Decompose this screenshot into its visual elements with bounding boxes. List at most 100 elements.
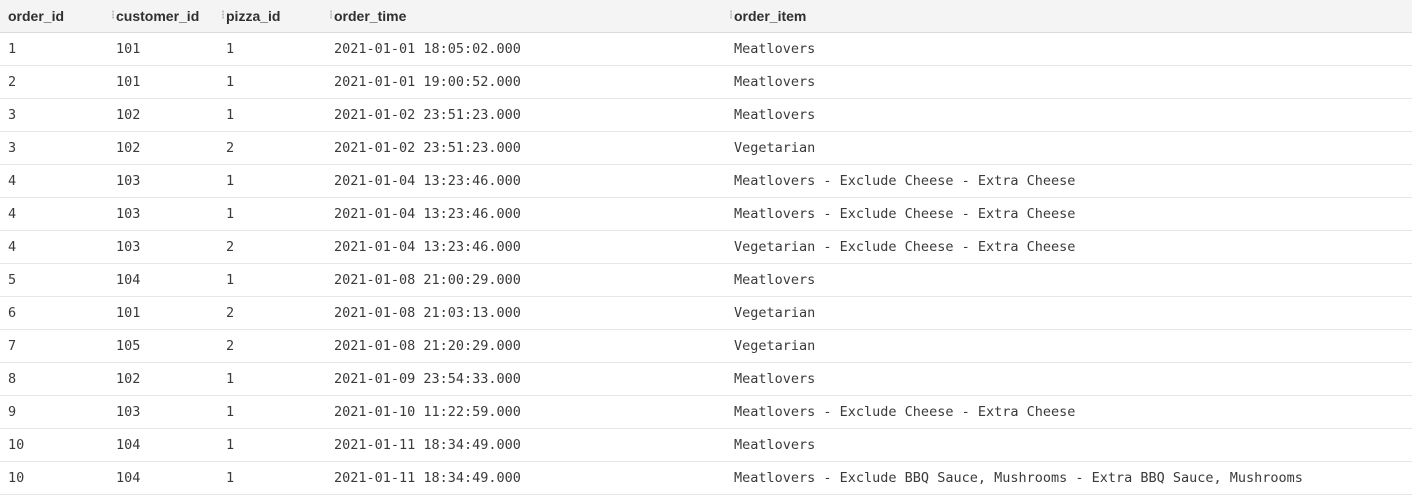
column-header-order-item[interactable]: ⋮ order_item [726, 0, 1412, 33]
cell-customer-id[interactable]: 104 [108, 263, 218, 297]
cell-order-time[interactable]: 2021-01-04 13:23:46.000 [326, 197, 726, 231]
table-header: ⋮order_id ⋮customer_id ⋮pizza_id ⋮order_… [0, 0, 1412, 33]
table-row[interactable]: 8 102 1 2021-01-09 23:54:33.000 Meatlovers [0, 362, 1412, 396]
cell-order-item[interactable]: Meatlovers [726, 32, 1412, 66]
table-row[interactable]: 10 104 1 2021-01-11 18:34:49.000 Meatlovers … [0, 461, 1412, 495]
cell-pizza-id[interactable]: 1 [218, 164, 326, 198]
cell-order-item[interactable]: Meatlovers - Exclude Cheese - Extra Chee… [726, 395, 1412, 429]
cell-customer-id[interactable]: 103 [108, 164, 218, 198]
cell-order-time[interactable]: 2021-01-11 18:34:49.000 [326, 461, 726, 495]
cell-order-item[interactable]: Vegetarian [726, 329, 1412, 363]
cell-customer-id[interactable]: 103 [108, 197, 218, 231]
cell-order-item[interactable]: Meatlovers [726, 98, 1412, 132]
cell-order-time[interactable]: 2021-01-08 21:20:29.000 [326, 329, 726, 363]
cell-order-id[interactable]: 2 [0, 65, 108, 99]
cell-order-item[interactable]: Meatlovers [726, 362, 1412, 396]
cell-pizza-id[interactable]: 1 [218, 263, 326, 297]
table-row[interactable]: 10 104 1 2021-01-11 18:34:49.000 Meatlovers [0, 428, 1412, 462]
cell-order-item[interactable]: Vegetarian [726, 131, 1412, 165]
table-body: 1 101 1 2021-01-01 18:05:02.000 Meatlovers 2… [0, 32, 1412, 495]
cell-order-time[interactable]: 2021-01-08 21:00:29.000 [326, 263, 726, 297]
cell-order-id[interactable]: 5 [0, 263, 108, 297]
cell-order-item[interactable]: Meatlovers [726, 65, 1412, 99]
cell-order-id[interactable]: 9 [0, 395, 108, 429]
cell-order-id[interactable]: 8 [0, 362, 108, 396]
cell-customer-id[interactable]: 101 [108, 296, 218, 330]
cell-order-id[interactable]: 10 [0, 428, 108, 462]
cell-pizza-id[interactable]: 2 [218, 131, 326, 165]
column-resize-handle-icon[interactable]: ⋮ [108, 9, 118, 23]
cell-order-item[interactable]: Meatlovers - Exclude BBQ Sauce, Mushroom… [726, 461, 1412, 495]
column-resize-handle-icon[interactable]: ⋮ [326, 9, 336, 23]
cell-order-item[interactable]: Vegetarian [726, 296, 1412, 330]
cell-order-id[interactable]: 4 [0, 164, 108, 198]
cell-pizza-id[interactable]: 1 [218, 98, 326, 132]
cell-pizza-id[interactable]: 2 [218, 329, 326, 363]
cell-order-time[interactable]: 2021-01-11 18:34:49.000 [326, 428, 726, 462]
cell-pizza-id[interactable]: 1 [218, 428, 326, 462]
column-resize-handle-icon[interactable]: ⋮ [726, 9, 736, 23]
cell-order-time[interactable]: 2021-01-09 23:54:33.000 [326, 362, 726, 396]
table-row[interactable]: 1 101 1 2021-01-01 18:05:02.000 Meatlovers [0, 32, 1412, 66]
table-row[interactable]: 3 102 2 2021-01-02 23:51:23.000 Vegetarian [0, 131, 1412, 165]
cell-pizza-id[interactable]: 1 [218, 395, 326, 429]
cell-customer-id[interactable]: 105 [108, 329, 218, 363]
cell-order-time[interactable]: 2021-01-08 21:03:13.000 [326, 296, 726, 330]
cell-order-item[interactable]: Vegetarian - Exclude Cheese - Extra Chee… [726, 230, 1412, 264]
table-row[interactable]: 9 103 1 2021-01-10 11:22:59.000 Meatlovers -… [0, 395, 1412, 429]
cell-order-id[interactable]: 7 [0, 329, 108, 363]
column-header-order-id[interactable]: ⋮order_id [0, 0, 108, 33]
cell-customer-id[interactable]: 102 [108, 98, 218, 132]
cell-order-item[interactable]: Meatlovers - Exclude Cheese - Extra Chee… [726, 164, 1412, 198]
cell-order-item[interactable]: Meatlovers [726, 263, 1412, 297]
column-header-label: order_item [734, 8, 807, 24]
cell-pizza-id[interactable]: 1 [218, 461, 326, 495]
table-row[interactable]: 6 101 2 2021-01-08 21:03:13.000 Vegetarian [0, 296, 1412, 330]
cell-customer-id[interactable]: 101 [108, 65, 218, 99]
cell-order-time[interactable]: 2021-01-02 23:51:23.000 [326, 131, 726, 165]
cell-pizza-id[interactable]: 2 [218, 296, 326, 330]
column-header-label: customer_id [116, 8, 200, 24]
header-row: ⋮order_id ⋮customer_id ⋮pizza_id ⋮order_… [0, 0, 1412, 33]
cell-pizza-id[interactable]: 1 [218, 197, 326, 231]
table-row[interactable]: 5 104 1 2021-01-08 21:00:29.000 Meatlovers [0, 263, 1412, 297]
cell-order-time[interactable]: 2021-01-01 18:05:02.000 [326, 32, 726, 66]
cell-order-id[interactable]: 1 [0, 32, 108, 66]
cell-order-item[interactable]: Meatlovers [726, 428, 1412, 462]
cell-customer-id[interactable]: 103 [108, 395, 218, 429]
cell-customer-id[interactable]: 104 [108, 428, 218, 462]
cell-customer-id[interactable]: 101 [108, 32, 218, 66]
cell-order-time[interactable]: 2021-01-01 19:00:52.000 [326, 65, 726, 99]
table-row[interactable]: 4 103 2 2021-01-04 13:23:46.000 Vegetarian -… [0, 230, 1412, 264]
table-row[interactable]: 4 103 1 2021-01-04 13:23:46.000 Meatlovers -… [0, 164, 1412, 198]
cell-customer-id[interactable]: 103 [108, 230, 218, 264]
results-table: ⋮order_id ⋮customer_id ⋮pizza_id ⋮order_… [0, 0, 1412, 495]
cell-order-time[interactable]: 2021-01-04 13:23:46.000 [326, 164, 726, 198]
column-resize-handle-icon[interactable]: ⋮ [218, 9, 228, 23]
cell-pizza-id[interactable]: 1 [218, 65, 326, 99]
table-row[interactable]: 7 105 2 2021-01-08 21:20:29.000 Vegetarian [0, 329, 1412, 363]
table-row[interactable]: 3 102 1 2021-01-02 23:51:23.000 Meatlovers [0, 98, 1412, 132]
cell-customer-id[interactable]: 104 [108, 461, 218, 495]
cell-pizza-id[interactable]: 1 [218, 32, 326, 66]
cell-order-id[interactable]: 4 [0, 197, 108, 231]
cell-order-item[interactable]: Meatlovers - Exclude Cheese - Extra Chee… [726, 197, 1412, 231]
cell-order-id[interactable]: 4 [0, 230, 108, 264]
cell-customer-id[interactable]: 102 [108, 362, 218, 396]
cell-order-id[interactable]: 3 [0, 98, 108, 132]
cell-order-id[interactable]: 6 [0, 296, 108, 330]
cell-order-time[interactable]: 2021-01-04 13:23:46.000 [326, 230, 726, 264]
column-header-customer-id[interactable]: ⋮ customer_id [108, 0, 218, 33]
cell-order-id[interactable]: 3 [0, 131, 108, 165]
table-row[interactable]: 4 103 1 2021-01-04 13:23:46.000 Meatlovers -… [0, 197, 1412, 231]
cell-order-time[interactable]: 2021-01-02 23:51:23.000 [326, 98, 726, 132]
column-header-pizza-id[interactable]: ⋮ pizza_id [218, 0, 326, 33]
cell-order-id[interactable]: 10 [0, 461, 108, 495]
cell-pizza-id[interactable]: 1 [218, 362, 326, 396]
column-header-label: order_time [334, 8, 407, 24]
cell-order-time[interactable]: 2021-01-10 11:22:59.000 [326, 395, 726, 429]
table-row[interactable]: 2 101 1 2021-01-01 19:00:52.000 Meatlovers [0, 65, 1412, 99]
column-header-order-time[interactable]: ⋮ order_time [326, 0, 726, 33]
cell-customer-id[interactable]: 102 [108, 131, 218, 165]
cell-pizza-id[interactable]: 2 [218, 230, 326, 264]
